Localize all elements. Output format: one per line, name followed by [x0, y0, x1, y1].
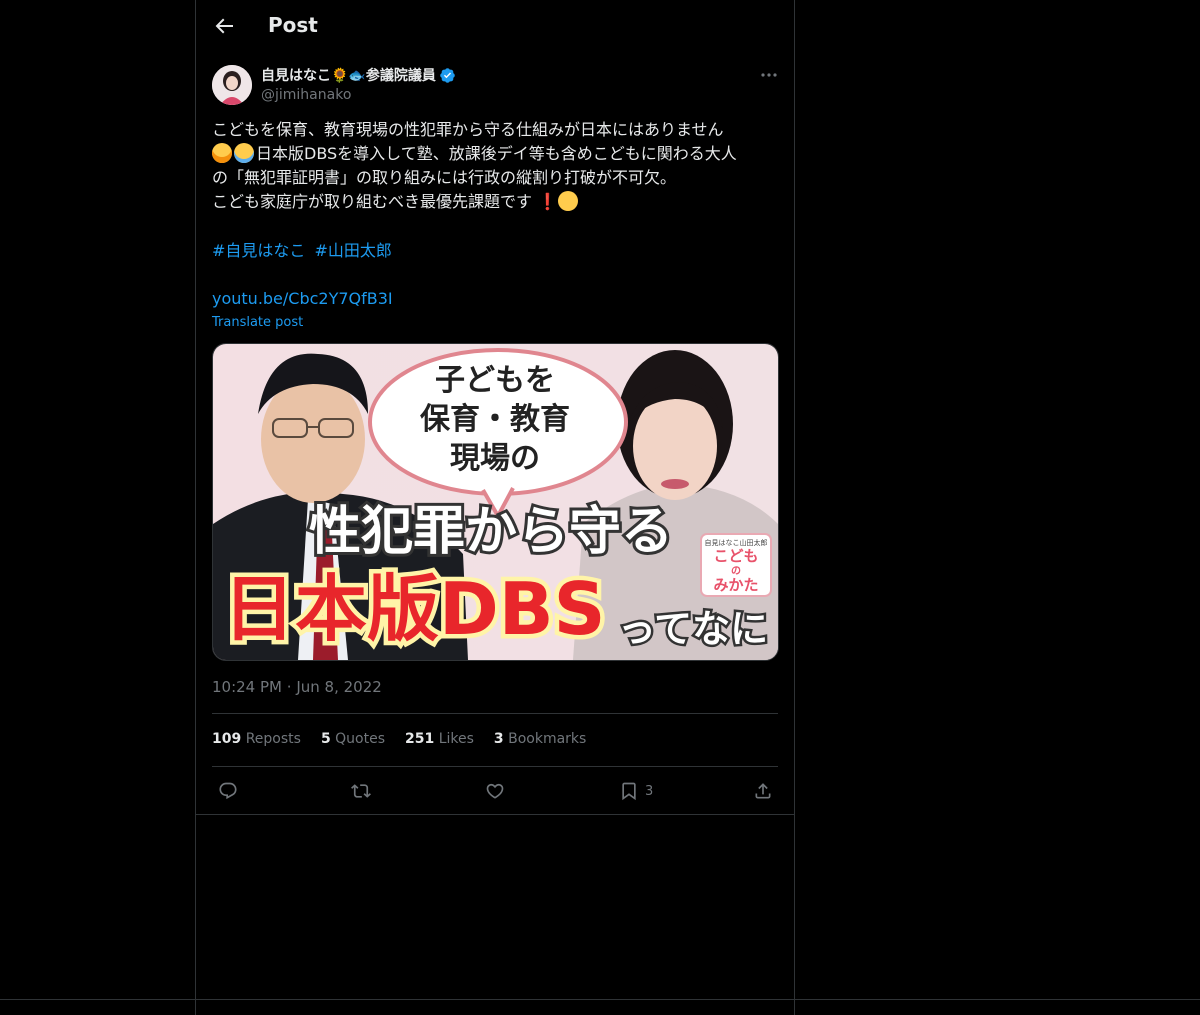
bookmark-count: 3: [645, 783, 654, 799]
post-stats: 109 Reposts 5 Quotes 251 Likes 3 Bookmar…: [212, 731, 606, 747]
likes-count: 251: [405, 731, 435, 747]
divider: [212, 766, 778, 767]
author-name[interactable]: 自見はなこ🌻🐟参議院議員: [261, 65, 436, 85]
post-text-line: の「無犯罪証明書」の取り組みには行政の縦割り打破が不可欠。: [212, 168, 677, 187]
bookmarks-stat[interactable]: 3 Bookmarks: [494, 731, 586, 747]
bubble-text: 現場の: [450, 441, 540, 476]
divider: [212, 713, 778, 714]
main-column: Post 自見はなこ🌻🐟参議院議員 @jimihanako こどもを保育、教育現…: [195, 0, 795, 1015]
kodomo-no-mikata-logo: 自見はなこ山田太郎 こども の みかた: [700, 533, 772, 597]
hashtag-link[interactable]: #自見はなこ: [212, 241, 305, 260]
post-header: Post: [196, 0, 794, 53]
bubble-text: 子どもを: [435, 363, 555, 398]
repost-button[interactable]: [351, 779, 371, 803]
svg-text:自見はなこ山田太郎: 自見はなこ山田太郎: [705, 538, 768, 547]
more-options-icon[interactable]: [758, 66, 780, 84]
post-text: こどもを保育、教育現場の性犯罪から守る仕組みが日本にはありません 日本版DBSを…: [212, 118, 772, 214]
headline-suffix-text: ってなに: [618, 607, 768, 651]
quotes-count: 5: [320, 731, 331, 747]
page-title: Post: [268, 13, 318, 37]
post-text-line: こども家庭庁が取り組むべき最優先課題です: [212, 192, 533, 211]
heart-icon: [486, 783, 504, 799]
headline-red-text: 日本版DBS: [223, 567, 606, 651]
post-time: 10:24 PM: [212, 678, 282, 696]
translate-post-link[interactable]: Translate post: [212, 315, 303, 330]
post-text-line: こどもを保育、教育現場の性犯罪から守る仕組みが日本にはありません: [212, 120, 724, 139]
reply-button[interactable]: [218, 779, 238, 803]
reposts-label: Reposts: [245, 731, 301, 747]
bubble-text: 保育・教育: [420, 402, 570, 437]
likes-stat[interactable]: 251 Likes: [405, 731, 474, 747]
post-date: Jun 8, 2022: [296, 678, 382, 696]
likes-label: Likes: [438, 731, 474, 747]
post-timestamp[interactable]: 10:24 PM · Jun 8, 2022: [212, 678, 382, 696]
post-text-line: 日本版DBSを導入して塾、放課後デイ等も含めこどもに関わる大人: [256, 144, 737, 163]
reply-icon: [219, 782, 237, 800]
hashtag-link[interactable]: #山田太郎: [315, 241, 392, 260]
exclamation-icon: ❗: [532, 192, 558, 211]
headline-text: 性犯罪から守る: [309, 502, 673, 562]
share-button[interactable]: [753, 779, 773, 803]
hashtags: #自見はなこ #山田太郎: [212, 239, 396, 263]
verified-badge-icon: [439, 67, 456, 84]
divider: [196, 814, 794, 815]
avatar[interactable]: [212, 65, 252, 105]
like-button[interactable]: [485, 779, 505, 803]
youtube-link[interactable]: youtu.be/Cbc2Y7QfB3I: [212, 287, 393, 311]
bookmarks-count: 3: [493, 731, 504, 747]
svg-text:みかた: みかた: [713, 576, 758, 594]
repost-icon: [351, 784, 371, 798]
reposts-count: 109: [212, 731, 242, 747]
angry-steam-emoji-icon: [557, 191, 578, 211]
anxious-emoji-icon: [234, 143, 254, 163]
author-handle[interactable]: @jimihanako: [261, 87, 351, 103]
quotes-label: Quotes: [335, 731, 385, 747]
timestamp-separator: ·: [286, 678, 292, 696]
svg-text:こども: こども: [713, 547, 758, 565]
share-icon: [755, 783, 771, 799]
reposts-stat[interactable]: 109 Reposts: [212, 731, 301, 747]
back-arrow-icon[interactable]: [212, 14, 236, 38]
author-name-row: 自見はなこ🌻🐟参議院議員: [261, 65, 456, 85]
bookmarks-label: Bookmarks: [508, 731, 587, 747]
video-thumbnail[interactable]: 子どもを 保育・教育 現場の 自見はなこ山田太郎 こども の みかた 性犯罪から…: [212, 343, 779, 661]
quotes-stat[interactable]: 5 Quotes: [321, 731, 385, 747]
bottom-divider: [0, 999, 1200, 1000]
scream-emoji-icon: [212, 143, 232, 163]
bookmark-icon: [622, 782, 636, 801]
bookmark-button[interactable]: 3: [619, 779, 653, 803]
